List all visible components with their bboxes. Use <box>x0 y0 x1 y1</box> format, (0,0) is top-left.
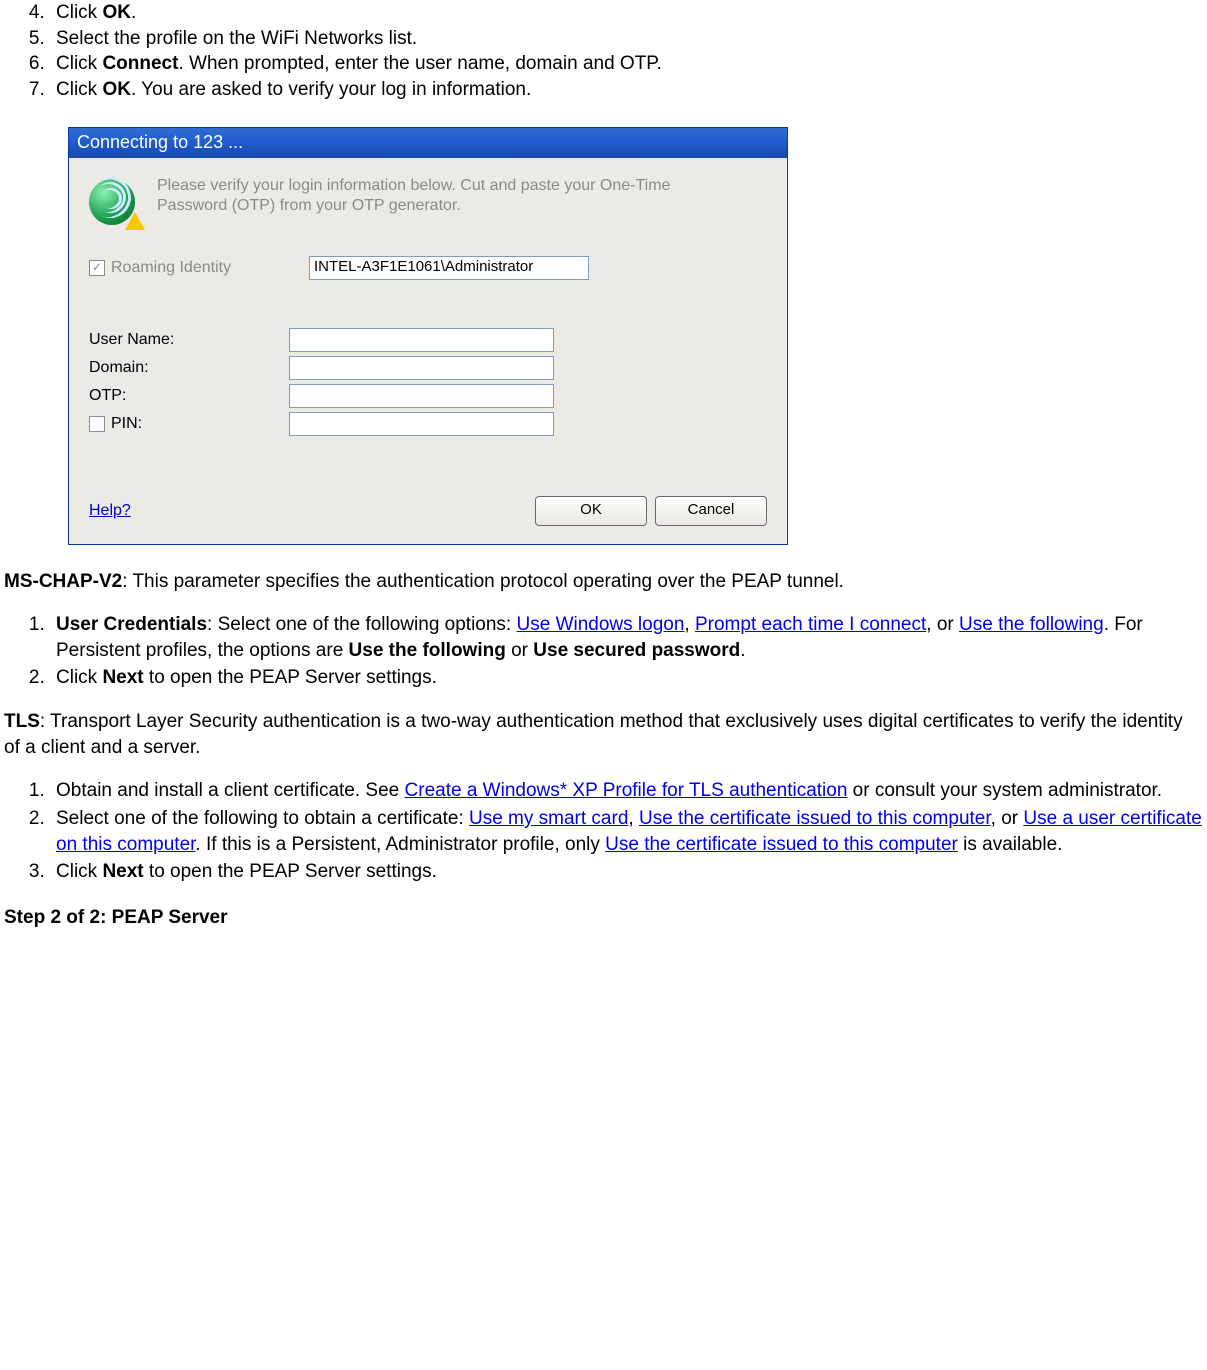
cancel-button[interactable]: Cancel <box>655 496 767 526</box>
wifi-warning-icon <box>89 176 141 228</box>
text: . When prompted, enter the user name, do… <box>178 53 661 74</box>
mschap-label: MS-CHAP-V2 <box>4 571 122 592</box>
mschap-paragraph: MS-CHAP-V2: This parameter specifies the… <box>4 569 1203 595</box>
text: : This parameter specifies the authentic… <box>122 571 844 592</box>
bold: Connect <box>102 53 178 74</box>
connecting-dialog: Connecting to 123 ... Please verify your… <box>68 127 788 545</box>
link-prompt-each-time[interactable]: Prompt each time I connect <box>695 614 926 635</box>
link-tls-profile[interactable]: Create a Windows* XP Profile for TLS aut… <box>405 780 848 801</box>
list-item: Obtain and install a client certificate.… <box>50 778 1203 804</box>
bold: OK <box>102 2 131 23</box>
text: . <box>131 2 136 23</box>
tls-label: TLS <box>4 711 40 732</box>
roaming-identity-checkbox[interactable]: ✓ Roaming Identity <box>89 257 289 279</box>
dialog-title: Connecting to 123 ... <box>77 130 243 154</box>
username-label: User Name: <box>89 329 289 351</box>
link-use-the-following[interactable]: Use the following <box>959 614 1104 635</box>
top-step-list: Click OK. Select the profile on the WiFi… <box>50 0 1203 103</box>
roaming-value: INTEL-A3F1E1061\Administrator <box>314 257 533 277</box>
help-link[interactable]: Help? <box>89 500 131 522</box>
checkbox-icon <box>89 416 105 432</box>
text: Select the profile on the WiFi Networks … <box>56 28 417 49</box>
text: . You are asked to verify your log in in… <box>131 79 531 100</box>
ok-button[interactable]: OK <box>535 496 647 526</box>
domain-label: Domain: <box>89 357 289 379</box>
roaming-label: Roaming Identity <box>111 257 231 279</box>
username-input[interactable] <box>289 328 554 352</box>
otp-label: OTP: <box>89 385 289 407</box>
pin-checkbox[interactable]: PIN: <box>89 413 289 435</box>
text: Click <box>56 53 102 74</box>
link-use-smart-card[interactable]: Use my smart card <box>469 808 628 829</box>
text: : Transport Layer Security authenticatio… <box>4 711 1183 758</box>
pin-input[interactable] <box>289 412 554 436</box>
step-5: Select the profile on the WiFi Networks … <box>50 26 1203 52</box>
dialog-titlebar: Connecting to 123 ... <box>69 128 787 158</box>
step-heading: Step 2 of 2: PEAP Server <box>4 905 1203 931</box>
roaming-identity-input[interactable]: INTEL-A3F1E1061\Administrator <box>309 256 589 280</box>
list-item: Click Next to open the PEAP Server setti… <box>50 859 1203 885</box>
text: Click <box>56 79 102 100</box>
text: Click <box>56 2 102 23</box>
bold: OK <box>102 79 131 100</box>
list-item: User Credentials: Select one of the foll… <box>50 612 1203 663</box>
step-7: Click OK. You are asked to verify your l… <box>50 77 1203 103</box>
tls-paragraph: TLS: Transport Layer Security authentica… <box>4 709 1203 760</box>
tls-list: Obtain and install a client certificate.… <box>50 778 1203 885</box>
pin-label: PIN: <box>111 413 142 435</box>
link-cert-issued-to-computer[interactable]: Use the certificate issued to this compu… <box>639 808 991 829</box>
otp-input[interactable] <box>289 384 554 408</box>
list-item: Click Next to open the PEAP Server setti… <box>50 665 1203 691</box>
list-item: Select one of the following to obtain a … <box>50 806 1203 857</box>
mschap-list: User Credentials: Select one of the foll… <box>50 612 1203 691</box>
domain-input[interactable] <box>289 356 554 380</box>
link-use-windows-logon[interactable]: Use Windows logon <box>517 614 685 635</box>
step-6: Click Connect. When prompted, enter the … <box>50 51 1203 77</box>
dialog-message: Please verify your login information bel… <box>157 176 717 218</box>
step-4: Click OK. <box>50 0 1203 26</box>
link-cert-issued-to-computer-2[interactable]: Use the certificate issued to this compu… <box>605 834 958 855</box>
checkbox-icon: ✓ <box>89 260 105 276</box>
